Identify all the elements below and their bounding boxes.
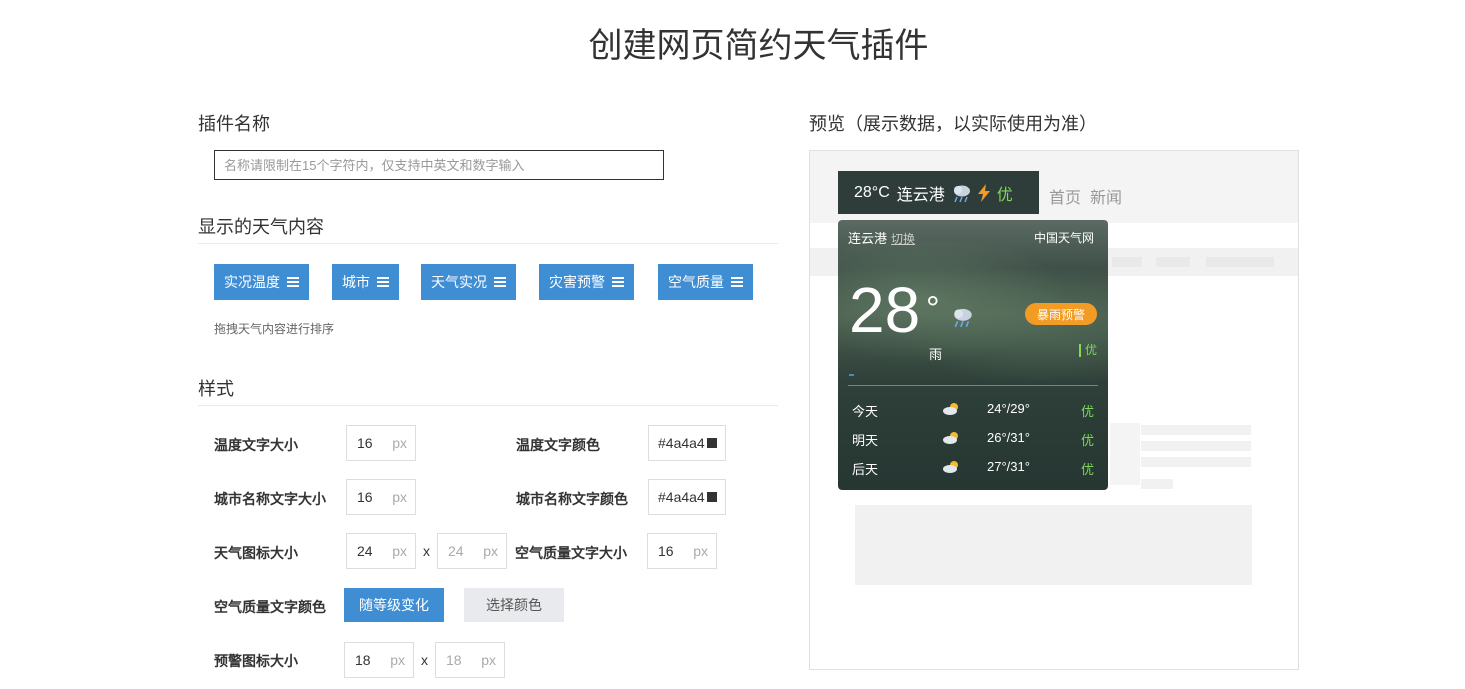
chip-air-quality[interactable]: 空气质量	[658, 264, 753, 300]
sort-hint: 拖拽天气内容进行排序	[214, 322, 335, 336]
weather-bar-widget[interactable]: 28°C 连云港 优	[838, 171, 1039, 214]
chip-label: 城市	[342, 274, 370, 290]
bar-temperature: 28°C	[854, 183, 890, 201]
city-font-size-label: 城市名称文字大小	[214, 491, 326, 507]
chip-label: 天气实况	[431, 274, 487, 290]
card-aqi: 优	[1078, 344, 1097, 357]
bar-aqi: 优	[996, 186, 1013, 204]
weather-card: 连云港 切换 中国天气网 28 ° 雨 暴雨预警 优 今天 24°/29° 优 明…	[838, 220, 1108, 490]
partly-cloudy-icon	[942, 402, 960, 419]
color-by-level-button[interactable]: 随等级变化	[344, 588, 444, 622]
drag-handle-icon[interactable]	[612, 277, 624, 287]
color-swatch	[706, 438, 717, 448]
chip-temperature[interactable]: 实况温度	[214, 264, 309, 300]
card-source: 中国天气网	[1033, 231, 1094, 245]
rain-cloud-icon	[951, 183, 973, 203]
card-header: 连云港 切换	[848, 228, 915, 247]
choose-color-button[interactable]: 选择颜色	[464, 588, 564, 622]
content-heading: 显示的天气内容	[198, 217, 324, 237]
size-separator: x	[423, 543, 430, 559]
card-condition: 雨	[929, 347, 943, 362]
size-separator: x	[421, 652, 428, 668]
preview-heading: 预览（展示数据，以实际使用为准）	[809, 114, 1097, 134]
drag-handle-icon[interactable]	[377, 277, 389, 287]
plugin-name-input[interactable]	[214, 150, 664, 180]
warning-badge[interactable]: 暴雨预警	[1025, 303, 1098, 325]
style-heading: 样式	[198, 379, 234, 399]
city-color-label: 城市名称文字颜色	[516, 491, 628, 507]
forecast-row: 后天 27°/31° 优	[852, 459, 1094, 477]
card-divider	[848, 385, 1098, 386]
icon-height-input[interactable]: 24 px	[437, 533, 507, 569]
warn-icon-width-input[interactable]: 18 px	[344, 642, 414, 678]
degree-symbol: °	[926, 290, 940, 328]
forecast-row: 今天 24°/29° 优	[852, 401, 1094, 419]
chip-city[interactable]: 城市	[332, 264, 399, 300]
preview-thumb-placeholder	[1110, 423, 1140, 485]
nav-home-link[interactable]: 首页	[1049, 184, 1081, 208]
chip-weather[interactable]: 天气实况	[421, 264, 516, 300]
chip-label: 空气质量	[668, 274, 724, 290]
aqi-font-size-input[interactable]: 16 px	[647, 533, 717, 569]
card-accent-dash	[849, 374, 854, 376]
temp-font-size-label: 温度文字大小	[214, 437, 298, 453]
temp-color-picker[interactable]: #4a4a4	[648, 425, 726, 461]
bar-city: 连云港	[896, 186, 945, 204]
nav-news-link[interactable]: 新闻	[1090, 184, 1122, 208]
city-font-size-input[interactable]: 16 px	[346, 479, 416, 515]
drag-handle-icon[interactable]	[494, 277, 506, 287]
temp-font-size-input[interactable]: 16 px	[346, 425, 416, 461]
lightning-warning-icon	[977, 183, 991, 202]
plugin-name-heading: 插件名称	[198, 114, 270, 134]
chip-label: 灾害预警	[549, 274, 605, 290]
drag-handle-icon[interactable]	[731, 277, 743, 287]
partly-cloudy-icon	[942, 431, 960, 448]
icon-width-input[interactable]: 24 px	[346, 533, 416, 569]
rain-cloud-icon	[951, 306, 975, 333]
temp-color-label: 温度文字颜色	[516, 437, 600, 453]
drag-handle-icon[interactable]	[287, 277, 299, 287]
forecast-row: 明天 26°/31° 优	[852, 430, 1094, 448]
icon-size-label: 天气图标大小	[214, 545, 298, 561]
card-city: 连云港	[848, 231, 888, 246]
chip-warning[interactable]: 灾害预警	[539, 264, 634, 300]
color-swatch	[706, 492, 717, 502]
switch-city-link[interactable]: 切换	[891, 232, 915, 246]
page-title: 创建网页简约天气插件	[588, 27, 929, 65]
content-divider	[198, 243, 778, 244]
warn-icon-size-label: 预警图标大小	[214, 653, 298, 669]
aqi-font-size-label: 空气质量文字大小	[515, 545, 627, 561]
preview-content-placeholder	[855, 505, 1252, 585]
aqi-color-label: 空气质量文字颜色	[214, 599, 326, 615]
warn-icon-height-input[interactable]: 18 px	[435, 642, 505, 678]
city-color-picker[interactable]: #4a4a4	[648, 479, 726, 515]
partly-cloudy-icon	[942, 460, 960, 477]
card-temperature: 28	[849, 274, 921, 346]
style-divider	[198, 405, 778, 406]
chip-label: 实况温度	[224, 274, 280, 290]
